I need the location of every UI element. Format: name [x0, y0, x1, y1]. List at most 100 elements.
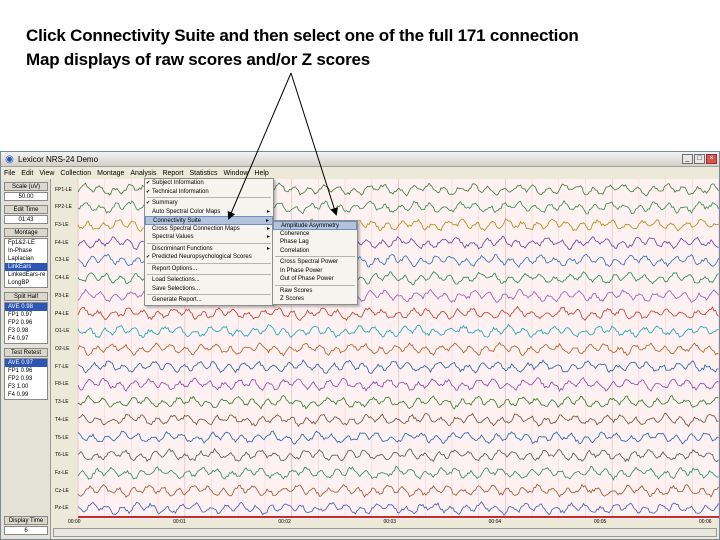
time-tick-label: 00:05	[593, 519, 607, 525]
montage-option[interactable]: LongBP	[8, 279, 47, 287]
montage-button[interactable]: Montage	[4, 228, 48, 237]
window-controls: _ □ ×	[682, 154, 717, 164]
menu-edit[interactable]: Edit	[18, 168, 36, 179]
report-menu-item[interactable]: Subject Information	[145, 179, 273, 188]
report-menu-item[interactable]: Discriminant Functions	[145, 245, 273, 254]
control-panel: Scale (uV) 50.00 Edit Time 01:43 Montage…	[1, 179, 51, 539]
channel-label: F4-LE	[55, 239, 69, 246]
test-retest-list[interactable]: AVE 0.97 FP1 0.96 FP2 0.93 F3 1.00 F4 0.…	[4, 358, 48, 400]
title-bar: ◉ Lexicor NRS-24 Demo _ □ ×	[1, 152, 719, 167]
montage-option[interactable]: In-Phase	[8, 247, 47, 255]
time-tick-label: 00:03	[383, 519, 397, 525]
channel-label: C4-LE	[55, 275, 70, 282]
menu-view[interactable]: View	[36, 168, 57, 179]
report-menu-item[interactable]: Save Selections...	[145, 285, 273, 294]
test-retest-item[interactable]: FP1 0.96	[8, 367, 47, 375]
split-half-item[interactable]: FP2 0.96	[8, 319, 47, 327]
instruction-caption: Click Connectivity Suite and then select…	[26, 24, 716, 72]
report-menu-item[interactable]: Cross Spectral Connection Maps	[145, 225, 273, 234]
montage-list[interactable]: Fp1&2-LE In-Phase Laplacian LinkEars Lin…	[4, 238, 48, 288]
close-button[interactable]: ×	[706, 154, 717, 164]
channel-label: O1-LE	[55, 328, 70, 335]
menu-separator	[275, 284, 355, 286]
channel-label: C3-LE	[55, 257, 70, 264]
report-menu-item[interactable]: Report Options...	[145, 265, 273, 274]
channel-label: F8-LE	[55, 381, 69, 388]
channel-label: O2-LE	[55, 346, 70, 352]
channel-label: F7-LE	[55, 363, 69, 370]
menu-separator	[147, 274, 271, 275]
channel-label: F3-LE	[55, 222, 69, 229]
app-window: ◉ Lexicor NRS-24 Demo _ □ × File Edit Vi…	[0, 151, 720, 540]
report-menu-item[interactable]: Load Selections...	[145, 276, 273, 285]
menu-collection[interactable]: Collection	[57, 168, 94, 179]
menu-separator	[147, 294, 271, 295]
split-half-list[interactable]: AVE 0.98 FP1 0.97 FP2 0.96 F3 0.98 F4 0.…	[4, 302, 48, 344]
montage-option-selected[interactable]: LinkEars	[5, 263, 47, 271]
time-tick-label: 00:06	[699, 519, 712, 525]
report-menu-item[interactable]: Predicted Neuropsychological Scores	[145, 253, 273, 262]
time-tick-label: 00:04	[488, 519, 502, 525]
channel-label: Cz-LE	[55, 487, 69, 494]
display-time-field[interactable]: 6	[4, 526, 48, 535]
window-title: Lexicor NRS-24 Demo	[18, 154, 99, 164]
channel-label: P3-LE	[55, 292, 69, 299]
test-retest-item[interactable]: F3 1.00	[8, 383, 47, 391]
minimize-button[interactable]: _	[682, 154, 693, 164]
split-half-item[interactable]: F4 0.97	[8, 335, 47, 343]
split-half-item[interactable]: F3 0.98	[8, 327, 47, 335]
report-menu-item[interactable]: Summary	[145, 199, 273, 208]
menu-separator	[147, 262, 271, 264]
report-menu: Subject InformationTechnical Information…	[144, 178, 274, 306]
report-menu-item[interactable]: Technical Information	[145, 188, 273, 197]
split-half-button[interactable]: Split Half	[4, 292, 48, 301]
test-retest-item[interactable]: AVE 0.97	[5, 359, 47, 367]
test-retest-item[interactable]: FP2 0.93	[8, 375, 47, 383]
menu-file[interactable]: File	[1, 168, 18, 179]
brain-icon: ◉	[5, 153, 14, 165]
connectivity-submenu-item[interactable]: Cross Spectral Power	[273, 258, 357, 267]
connectivity-submenu-item[interactable]: In Phase Power	[273, 267, 357, 276]
split-half-item[interactable]: AVE 0.98	[5, 303, 47, 311]
scale-field[interactable]: 50.00	[4, 192, 48, 201]
connectivity-submenu-item[interactable]: Raw Scores	[273, 287, 357, 296]
menu-bar: File Edit View Collection Montage Analys…	[1, 168, 719, 179]
caption-line-2: Map displays of raw scores and/or Z scor…	[26, 50, 371, 69]
menu-montage[interactable]: Montage	[94, 168, 127, 179]
montage-option[interactable]: LinkedEars-re	[8, 271, 47, 279]
channel-label: T5-LE	[55, 434, 69, 441]
edit-time-button[interactable]: Edit Time	[4, 205, 48, 214]
split-half-item[interactable]: FP1 0.97	[8, 311, 47, 319]
report-menu-item[interactable]: Connectivity Suite	[145, 216, 273, 225]
time-tick-label: 00:01	[173, 519, 186, 525]
channel-label: FP2-LE	[55, 204, 72, 211]
connectivity-submenu-item[interactable]: Correlation	[273, 247, 357, 256]
channel-label: T6-LE	[55, 452, 69, 459]
channel-label: Pz-LE	[55, 505, 69, 512]
menu-separator	[147, 242, 271, 244]
test-retest-item[interactable]: F4 0.99	[8, 391, 47, 399]
display-time-button[interactable]: Display Time	[4, 516, 48, 525]
menu-separator	[275, 256, 355, 257]
menu-separator	[147, 197, 271, 198]
report-menu-item[interactable]: Auto Spectral Color Maps	[145, 208, 273, 217]
connectivity-submenu-item[interactable]: Amplitude Asymmetry	[273, 221, 357, 230]
montage-option[interactable]: Fp1&2-LE	[8, 239, 47, 247]
maximize-button[interactable]: □	[694, 154, 705, 164]
time-marker-bar	[78, 516, 719, 518]
scale-button[interactable]: Scale (uV)	[4, 182, 48, 191]
connectivity-submenu-item[interactable]: Out of Phase Power	[273, 275, 357, 284]
montage-option[interactable]: Laplacian	[8, 255, 47, 263]
time-scrollbar[interactable]	[53, 528, 717, 537]
report-menu-item[interactable]: Generate Report...	[145, 296, 273, 305]
connectivity-submenu-item[interactable]: Z Scores	[273, 295, 357, 304]
time-tick-label: 00:00	[68, 519, 81, 525]
channel-label: P4-LE	[55, 310, 69, 317]
connectivity-submenu-item[interactable]: Coherence	[273, 230, 357, 239]
connectivity-submenu-item[interactable]: Phase Lag	[273, 238, 357, 247]
report-menu-item[interactable]: Spectral Values	[145, 233, 273, 242]
channel-label: T3-LE	[55, 399, 69, 406]
channel-label: Fz-LE	[55, 469, 69, 476]
test-retest-button[interactable]: Test Retest	[4, 348, 48, 357]
caption-line-1: Click Connectivity Suite and then select…	[26, 26, 579, 45]
